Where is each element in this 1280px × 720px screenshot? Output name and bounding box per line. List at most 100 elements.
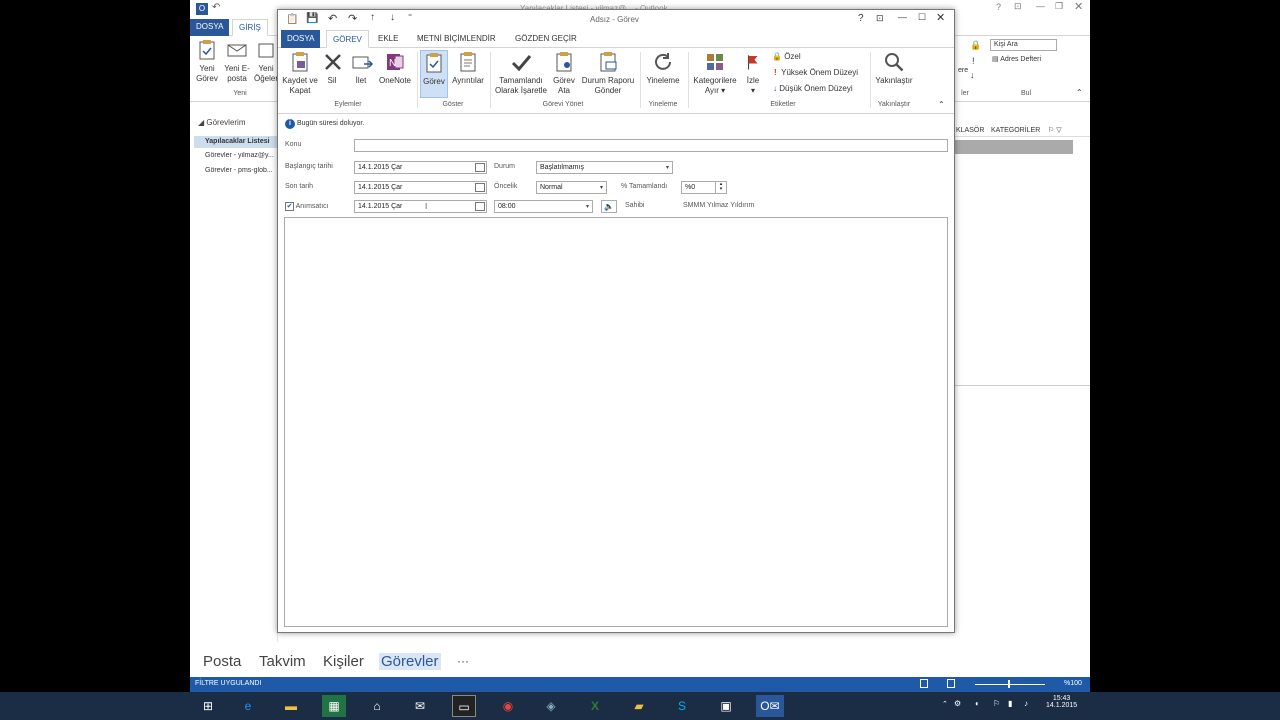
book-app-icon[interactable]: ▣ bbox=[714, 695, 738, 717]
calendar-icon[interactable] bbox=[475, 202, 485, 211]
tray-up-arrow-icon[interactable]: ⌃ bbox=[942, 700, 948, 708]
details-button[interactable]: Ayrıntılar bbox=[450, 50, 486, 86]
nav-item-tasks-2[interactable]: Görevler - pms-glob... bbox=[205, 167, 278, 174]
column-folder[interactable]: KLASÖR bbox=[956, 125, 984, 137]
tab-format-text[interactable]: METNİ BİÇİMLENDİR bbox=[411, 30, 502, 48]
accounting-app-icon[interactable]: ◈ bbox=[539, 695, 563, 717]
delete-button[interactable]: Sil bbox=[321, 50, 343, 86]
priority-select[interactable]: Normal ▾ bbox=[536, 181, 607, 194]
calendar-icon[interactable] bbox=[475, 163, 485, 172]
search-people-input[interactable]: Kişi Ara bbox=[990, 39, 1057, 51]
terminal-app-icon[interactable]: ▭ bbox=[452, 695, 476, 717]
follow-up-button[interactable]: İzle ▾ bbox=[744, 50, 762, 96]
next-item-icon[interactable]: ↓ bbox=[390, 12, 395, 23]
previous-item-icon[interactable]: ↑ bbox=[370, 12, 375, 23]
tab-task[interactable]: GÖREV bbox=[326, 30, 369, 48]
chrome-icon[interactable]: ◉ bbox=[496, 695, 520, 717]
recurrence-button[interactable]: Yineleme bbox=[642, 50, 684, 86]
categorize-button[interactable]: Kategorilere Ayır ▾ bbox=[690, 50, 740, 96]
flag-tray-icon[interactable]: ⚐ bbox=[993, 699, 1000, 708]
tab-file[interactable]: DOSYA bbox=[190, 19, 230, 36]
file-explorer-icon[interactable]: ▬ bbox=[279, 695, 303, 717]
task-view-button[interactable]: Görev bbox=[420, 50, 448, 98]
ribbon-display-icon[interactable]: ⊡ bbox=[876, 13, 884, 24]
address-book-button[interactable]: ▤ Adres Defteri bbox=[992, 55, 1041, 63]
outlook-taskbar-icon[interactable]: O✉ bbox=[756, 695, 784, 717]
folder-icon[interactable]: ▰ bbox=[627, 695, 651, 717]
nav-mail[interactable]: Posta bbox=[203, 653, 241, 670]
high-importance-button[interactable]: ! Yüksek Önem Düzeyi bbox=[774, 68, 858, 77]
nav-people[interactable]: Kişiler bbox=[323, 653, 364, 670]
tab-review[interactable]: GÖZDEN GEÇİR bbox=[509, 30, 583, 48]
redo-icon[interactable]: ↷ bbox=[348, 12, 357, 25]
collapse-ribbon-icon[interactable]: ⌃ bbox=[1076, 88, 1083, 97]
due-date-input[interactable]: 14.1.2015 Çar bbox=[354, 181, 487, 194]
selected-task-row[interactable] bbox=[953, 140, 1073, 154]
tab-home[interactable]: GİRİŞ bbox=[232, 19, 268, 36]
new-items-button[interactable]: Yeni Öğeler bbox=[254, 38, 278, 84]
minimize-icon[interactable]: — bbox=[1036, 1, 1045, 11]
nav-calendar[interactable]: Takvim bbox=[259, 653, 306, 670]
undo-icon[interactable]: ↶ bbox=[212, 2, 220, 13]
save-icon[interactable]: 💾 bbox=[306, 13, 318, 24]
reminder-time-select[interactable]: 08:00 ▾ bbox=[494, 200, 593, 213]
reminder-checkbox[interactable]: ✔ Anımsatıcı bbox=[285, 202, 329, 211]
maximize-icon[interactable]: ☐ bbox=[918, 12, 926, 23]
tab-insert[interactable]: EKLE bbox=[372, 30, 404, 48]
zoom-button[interactable]: Yakınlaştır bbox=[872, 50, 916, 86]
checkbox-checked-icon[interactable]: ✔ bbox=[285, 202, 294, 211]
reading-view-icon[interactable] bbox=[947, 679, 955, 688]
nav-item-todo-list[interactable]: Yapılacaklar Listesi bbox=[194, 136, 278, 148]
flag-column-icon[interactable]: ⚐ ▽ bbox=[1048, 125, 1062, 137]
assign-task-button[interactable]: Görev Ata bbox=[550, 50, 578, 96]
undo-icon[interactable]: ↶ bbox=[328, 12, 337, 25]
reminder-date-input[interactable]: 14.1.2015 Çar I bbox=[354, 200, 487, 213]
volume-icon[interactable]: ♪ bbox=[1024, 699, 1028, 708]
tray-icon[interactable]: ◐ bbox=[975, 699, 980, 708]
restore-icon[interactable]: ❐ bbox=[1055, 1, 1063, 12]
minimize-icon[interactable]: — bbox=[898, 12, 907, 22]
start-button[interactable]: ⊞ bbox=[196, 695, 220, 717]
column-categories[interactable]: KATEGORİLER bbox=[991, 125, 1040, 137]
collapse-ribbon-icon[interactable]: ⌃ bbox=[938, 100, 945, 109]
network-icon[interactable]: ▮ bbox=[1008, 699, 1012, 708]
save-close-button[interactable]: Kaydet ve Kapat bbox=[282, 50, 318, 96]
mail-app-icon[interactable]: ✉ bbox=[408, 695, 432, 717]
onenote-button[interactable]: N OneNote bbox=[376, 50, 414, 86]
reminder-sound-button[interactable]: 🔈 bbox=[601, 200, 617, 213]
skype-icon[interactable]: S bbox=[670, 695, 694, 717]
nav-item-tasks-1[interactable]: Görevler - yilmaz@y... bbox=[205, 152, 278, 159]
home-icon[interactable]: ⌂ bbox=[365, 695, 389, 717]
tab-file[interactable]: DOSYA bbox=[281, 30, 321, 48]
send-status-button[interactable]: Durum Raporu Gönder bbox=[578, 50, 638, 96]
subject-input[interactable] bbox=[354, 139, 948, 152]
help-icon[interactable]: ? bbox=[996, 2, 1001, 12]
clock[interactable]: 15:43 14.1.2015 bbox=[1046, 695, 1077, 709]
start-date-input[interactable]: 14.1.2015 Çar bbox=[354, 161, 487, 174]
help-icon[interactable]: ? bbox=[858, 13, 864, 24]
low-importance-button[interactable]: ↓ Düşük Önem Düzeyi bbox=[773, 84, 853, 93]
close-icon[interactable]: ✕ bbox=[936, 11, 945, 24]
status-select[interactable]: Başlatılmamış ▾ bbox=[536, 161, 673, 174]
tray-app-icon[interactable]: ⚙ bbox=[954, 699, 961, 708]
customize-qat-icon[interactable]: ⁼ bbox=[408, 12, 412, 21]
forward-button[interactable]: İlet bbox=[350, 50, 374, 86]
internet-explorer-icon[interactable]: e bbox=[236, 695, 260, 717]
excel-icon[interactable]: X bbox=[583, 695, 607, 717]
calendar-icon[interactable] bbox=[475, 183, 485, 192]
nav-more[interactable]: ··· bbox=[457, 654, 469, 668]
my-tasks-header[interactable]: ◢ Görevlerim bbox=[198, 118, 246, 127]
mark-complete-button[interactable]: Tamamlandı Olarak İşaretle bbox=[493, 50, 549, 96]
zoom-slider[interactable] bbox=[975, 684, 1045, 685]
spreadsheet-app-icon[interactable]: ▦ bbox=[322, 695, 346, 717]
percent-complete-input[interactable]: %0 ▴ ▾ bbox=[681, 181, 727, 194]
new-task-button[interactable]: Yeni Görev bbox=[194, 38, 220, 84]
normal-view-icon[interactable] bbox=[920, 679, 928, 688]
spinner-icon[interactable]: ▴ ▾ bbox=[715, 182, 726, 193]
zoom-slider-thumb[interactable] bbox=[1008, 680, 1010, 688]
close-icon[interactable]: ✕ bbox=[1074, 0, 1083, 13]
nav-tasks[interactable]: Görevler bbox=[379, 653, 441, 670]
new-email-button[interactable]: Yeni E-posta bbox=[222, 38, 252, 84]
ribbon-display-icon[interactable]: ⊡ bbox=[1014, 1, 1022, 12]
task-notes-area[interactable] bbox=[284, 217, 948, 627]
